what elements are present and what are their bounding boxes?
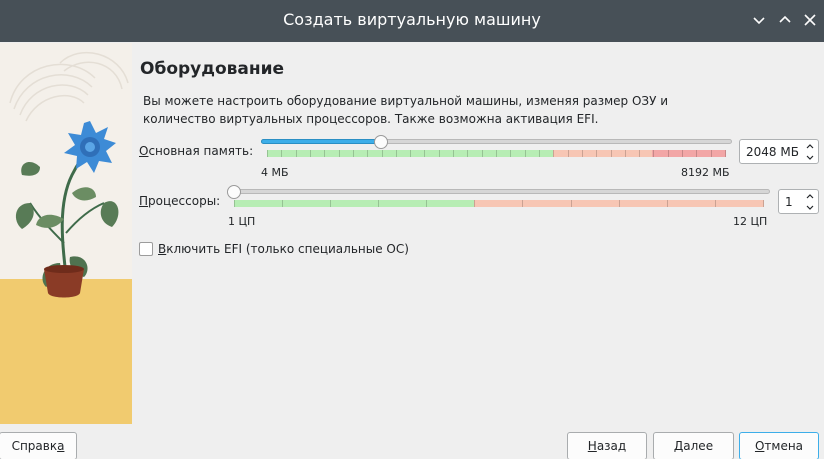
memory-slider-handle[interactable] [374, 135, 388, 149]
memory-spin-up[interactable] [804, 141, 816, 152]
hardware-page: Оборудование Вы можете настроить оборудо… [132, 43, 824, 424]
page-description: Вы можете настроить оборудование виртуал… [143, 94, 669, 126]
title-bar[interactable]: Создать виртуальную машину [0, 0, 824, 42]
plant-illustration [0, 43, 132, 424]
help-button-label: Справк [11, 439, 58, 453]
next-button[interactable]: Далее [653, 432, 734, 459]
efi-checkbox[interactable] [139, 242, 153, 256]
maximize-button[interactable] [774, 9, 796, 31]
spin-up-icon [806, 194, 814, 199]
chevron-down-icon [753, 17, 765, 25]
cpu-value: 1 [785, 195, 793, 209]
memory-label-text: сновная память: [148, 144, 254, 158]
page-heading: Оборудование [140, 59, 285, 79]
close-button[interactable] [799, 9, 821, 31]
efi-label-text: ключить EFI (только специальные ОС) [166, 242, 409, 256]
cpu-max-label: 12 ЦП [733, 215, 768, 228]
back-button-mnemonic: Н [587, 439, 597, 453]
memory-scale [267, 150, 726, 157]
memory-scale-ticks [267, 150, 726, 157]
spin-down-icon [806, 205, 814, 210]
cancel-button[interactable]: Отмена [739, 432, 819, 459]
back-button[interactable]: Назад [567, 432, 647, 459]
memory-spinbox[interactable]: 2048 МБ [739, 139, 819, 164]
window-title: Создать виртуальную машину [283, 10, 541, 29]
spin-up-icon [806, 144, 814, 149]
back-button-label: азад [596, 439, 627, 453]
memory-spin-down[interactable] [804, 152, 816, 163]
cpu-slider[interactable] [228, 189, 770, 194]
chevron-up-icon [779, 15, 791, 23]
cpu-label-mnemonic: П [139, 194, 149, 208]
minimize-button[interactable] [748, 9, 770, 31]
efi-label[interactable]: Включить EFI (только специальные ОС) [158, 242, 409, 256]
cpu-spin-down[interactable] [804, 202, 816, 213]
cpu-scale [234, 200, 764, 207]
memory-value: 2048 МБ [746, 145, 799, 159]
cancel-button-label: тмена [764, 439, 804, 453]
cancel-button-mnemonic: О [754, 439, 765, 453]
cpu-slider-handle[interactable] [227, 185, 241, 199]
help-button-mnemonic: а [57, 439, 65, 453]
memory-min-label: 4 МБ [261, 166, 289, 179]
spin-down-icon [806, 155, 814, 160]
cpu-scale-ticks [234, 200, 764, 207]
cpu-spin-up[interactable] [804, 191, 816, 202]
close-icon [804, 14, 816, 26]
efi-label-mnemonic: В [158, 242, 167, 256]
next-button-mnemonic: Д [673, 439, 684, 453]
wizard-side-illustration [0, 43, 132, 424]
next-button-label: алее [683, 439, 714, 453]
memory-slider-fill [261, 139, 383, 144]
cpu-spinbox[interactable]: 1 [778, 189, 819, 214]
memory-max-label: 8192 МБ [681, 166, 730, 179]
cpu-min-label: 1 ЦП [228, 215, 256, 228]
memory-label: Основная память: [139, 144, 253, 158]
cpu-label: Процессоры: [139, 194, 220, 208]
cpu-label-text: роцессоры: [148, 194, 221, 208]
help-button[interactable]: Справка [0, 432, 77, 459]
